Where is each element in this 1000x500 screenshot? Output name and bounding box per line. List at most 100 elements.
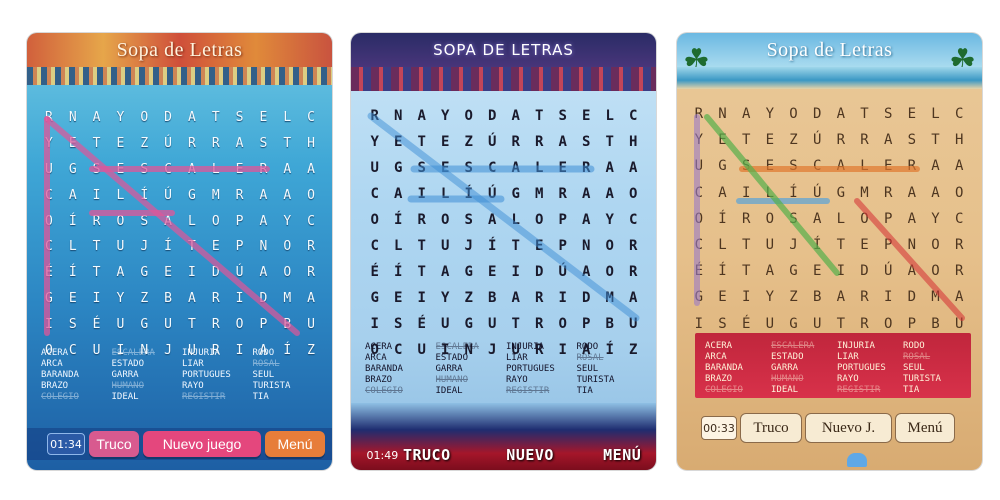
grid-cell[interactable]: Y [598,207,622,233]
menu-button[interactable]: Menú [895,413,955,443]
grid-cell[interactable]: L [758,180,782,206]
grid-cell[interactable]: O [132,105,156,131]
grid-cell[interactable]: L [829,206,853,232]
grid-cell[interactable]: E [156,260,180,286]
grid-cell[interactable]: R [228,182,252,208]
grid-cell[interactable]: R [551,181,575,207]
grid-cell[interactable]: A [900,206,924,232]
grid-cell[interactable]: G [711,153,735,179]
grid-cell[interactable]: A [180,157,204,183]
grid-cell[interactable]: Í [61,260,85,286]
grid-cell[interactable]: D [252,286,276,312]
grid-cell[interactable]: U [299,311,323,337]
grid-cell[interactable]: P [228,208,252,234]
hint-button[interactable]: TRUCO [400,446,454,464]
grid-cell[interactable]: A [947,284,971,310]
grid-cell[interactable]: B [805,284,829,310]
grid-cell[interactable]: S [782,206,806,232]
grid-cell[interactable]: T [598,129,622,155]
grid-cell[interactable]: G [457,311,481,337]
grid-cell[interactable]: D [156,105,180,131]
grid-cell[interactable]: S [387,311,411,337]
grid-cell[interactable]: O [598,233,622,259]
grid-cell[interactable]: N [575,233,599,259]
grid-cell[interactable]: A [900,258,924,284]
grid-cell[interactable]: Ú [805,180,829,206]
grid-cell[interactable]: A [758,258,782,284]
letter-grid[interactable]: RNAYODATSELCYETEZÚRRASTHUGSESCALERAACAIL… [363,103,645,363]
grid-cell[interactable]: T [180,234,204,260]
grid-cell[interactable]: I [876,284,900,310]
grid-cell[interactable]: R [900,153,924,179]
grid-cell[interactable]: R [575,155,599,181]
grid-cell[interactable]: A [109,260,133,286]
grid-cell[interactable]: M [924,284,948,310]
grid-cell[interactable]: S [900,127,924,153]
grid-cell[interactable]: A [61,182,85,208]
grid-cell[interactable]: U [109,234,133,260]
grid-cell[interactable]: E [387,129,411,155]
grid-cell[interactable]: I [85,286,109,312]
hint-button[interactable]: Truco [89,431,139,457]
grid-cell[interactable]: Y [109,105,133,131]
grid-cell[interactable]: Y [434,103,458,129]
grid-cell[interactable]: C [687,232,711,258]
grid-cell[interactable]: Í [805,232,829,258]
grid-cell[interactable]: T [180,311,204,337]
grid-cell[interactable]: Í [387,259,411,285]
grid-cell[interactable]: Í [61,208,85,234]
grid-cell[interactable]: S [132,208,156,234]
grid-cell[interactable]: L [504,207,528,233]
grid-cell[interactable]: L [434,181,458,207]
grid-cell[interactable]: M [853,180,877,206]
grid-cell[interactable]: Y [363,129,387,155]
grid-cell[interactable]: Y [758,101,782,127]
grid-cell[interactable]: P [228,234,252,260]
grid-cell[interactable]: C [947,206,971,232]
grid-cell[interactable]: R [410,207,434,233]
grid-cell[interactable]: O [853,206,877,232]
grid-cell[interactable]: A [805,206,829,232]
grid-cell[interactable]: Z [782,284,806,310]
grid-cell[interactable]: M [528,181,552,207]
grid-cell[interactable]: A [575,259,599,285]
grid-cell[interactable]: U [156,311,180,337]
grid-cell[interactable]: E [900,101,924,127]
grid-cell[interactable]: T [85,260,109,286]
grid-cell[interactable]: A [711,180,735,206]
grid-cell[interactable]: A [829,153,853,179]
grid-cell[interactable]: A [252,208,276,234]
grid-cell[interactable]: H [947,127,971,153]
grid-cell[interactable]: C [805,153,829,179]
grid-cell[interactable]: I [551,285,575,311]
grid-cell[interactable]: A [434,259,458,285]
grid-cell[interactable]: N [900,232,924,258]
grid-cell[interactable]: N [61,105,85,131]
grid-cell[interactable]: O [275,234,299,260]
grid-cell[interactable]: R [299,260,323,286]
grid-cell[interactable]: D [853,258,877,284]
grid-cell[interactable]: E [252,105,276,131]
grid-cell[interactable]: I [829,258,853,284]
grid-cell[interactable]: N [387,103,411,129]
grid-cell[interactable]: G [387,155,411,181]
grid-cell[interactable]: D [528,259,552,285]
grid-cell[interactable]: A [180,105,204,131]
grid-cell[interactable]: C [37,234,61,260]
grid-cell[interactable]: A [299,286,323,312]
grid-cell[interactable]: C [37,182,61,208]
grid-cell[interactable]: R [853,284,877,310]
grid-cell[interactable]: L [204,157,228,183]
grid-cell[interactable]: J [782,232,806,258]
grid-cell[interactable]: I [180,260,204,286]
grid-cell[interactable]: R [876,180,900,206]
grid-cell[interactable]: Z [782,127,806,153]
grid-cell[interactable]: O [924,232,948,258]
grid-cell[interactable]: R [528,311,552,337]
grid-cell[interactable]: A [924,153,948,179]
grid-cell[interactable]: T [85,131,109,157]
grid-cell[interactable]: A [410,103,434,129]
grid-cell[interactable]: S [85,157,109,183]
grid-cell[interactable]: P [252,311,276,337]
grid-cell[interactable]: A [551,129,575,155]
